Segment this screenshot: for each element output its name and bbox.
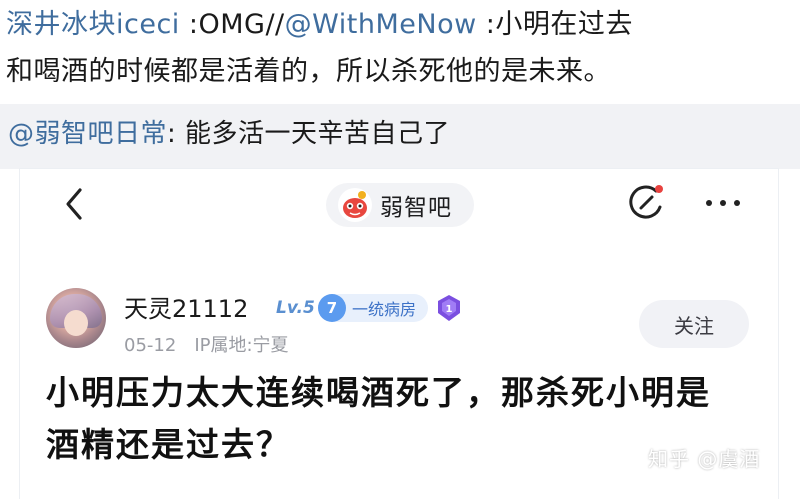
post-username[interactable]: 天灵21112 <box>124 289 248 324</box>
svg-text:1: 1 <box>446 304 453 315</box>
post-date: 05-12 <box>124 335 177 356</box>
community-name: 弱智吧 <box>380 195 452 221</box>
community-pill[interactable]: 弱智吧 <box>326 183 474 227</box>
community-logo-icon <box>338 188 372 222</box>
user-avatar[interactable] <box>46 288 106 348</box>
user-level: Lv.5 <box>276 298 315 318</box>
post-title: 小明压力太大连续喝酒死了，那杀死小明是酒精还是过去？ <box>46 373 711 464</box>
author-link-2[interactable]: @WithMeNow <box>285 9 477 40</box>
repost-line-2: 和喝酒的时候都是活着的，所以杀死他的是未来。 <box>6 56 611 87</box>
post-meta: 05-12 IP属地:宁夏 <box>124 331 307 357</box>
repost-text-1: :小明在过去 <box>476 9 633 40</box>
more-options-icon[interactable] <box>700 191 746 215</box>
reply-comment: @弱智吧日常: 能多活一天辛苦自己了 <box>8 114 450 154</box>
watermark: 知乎 @虞酒 <box>648 447 761 471</box>
rank-badge-icon: 1 <box>434 293 464 323</box>
author-link-1[interactable]: 深井冰块iceci <box>6 9 180 40</box>
post-ip-location: IP属地:宁夏 <box>194 335 289 356</box>
edit-icon[interactable] <box>626 183 666 223</box>
repost-section: 深井冰块iceci :OMG//@WithMeNow :小明在过去 和喝酒的时候… <box>0 0 800 104</box>
group-badge[interactable]: 7 一统病房 <box>318 294 428 322</box>
reply-text: : 能多活一天辛苦自己了 <box>167 119 451 149</box>
group-name: 一统病房 <box>352 300 417 319</box>
repost-line-1: 深井冰块iceci :OMG//@WithMeNow :小明在过去 <box>6 5 633 45</box>
group-number: 7 <box>318 294 346 322</box>
follow-button[interactable]: 关注 <box>639 300 749 348</box>
repost-separator: :OMG// <box>179 9 285 40</box>
back-chevron-icon[interactable] <box>60 184 90 224</box>
reply-author-link[interactable]: @弱智吧日常 <box>8 119 167 149</box>
